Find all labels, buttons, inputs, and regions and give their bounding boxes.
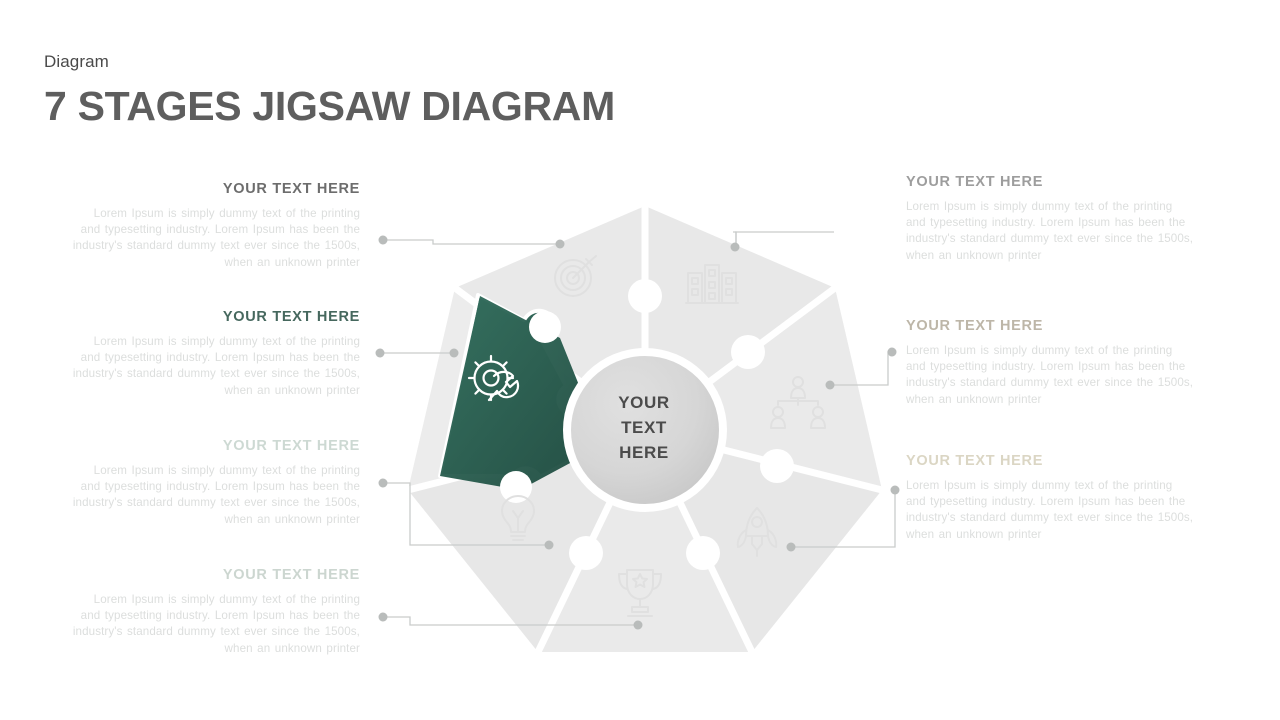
connector-left-1 xyxy=(384,239,560,245)
text-block-body: Lorem Ipsum is simply dummy text of the … xyxy=(72,207,360,269)
text-block-title: YOUR TEXT HERE xyxy=(222,438,360,454)
center-line-2: TEXT xyxy=(621,418,667,437)
center-line-3: HERE xyxy=(619,443,669,462)
text-block-title: YOUR TEXT HERE xyxy=(222,567,360,583)
text-block-left-1[interactable]: YOUR TEXT HERE Lorem Ipsum is simply dum… xyxy=(70,180,360,271)
text-block-body: Lorem Ipsum is simply dummy text of the … xyxy=(906,200,1194,262)
text-block-title: YOUR TEXT HERE xyxy=(906,318,1044,334)
text-block-body: Lorem Ipsum is simply dummy text of the … xyxy=(906,479,1194,541)
text-block-body: Lorem Ipsum is simply dummy text of the … xyxy=(72,464,360,526)
center-label: YOUR TEXT HERE xyxy=(584,390,704,465)
text-block-body: Lorem Ipsum is simply dummy text of the … xyxy=(906,344,1194,406)
text-block-title: YOUR TEXT HERE xyxy=(222,181,360,197)
text-block-body: Lorem Ipsum is simply dummy text of the … xyxy=(72,593,360,655)
text-block-right-2[interactable]: YOUR TEXT HERE Lorem Ipsum is simply dum… xyxy=(906,317,1196,408)
text-block-title: YOUR TEXT HERE xyxy=(222,309,360,325)
text-block-body: Lorem Ipsum is simply dummy text of the … xyxy=(72,335,360,397)
text-block-title: YOUR TEXT HERE xyxy=(906,174,1044,190)
text-block-right-1[interactable]: YOUR TEXT HERE Lorem Ipsum is simply dum… xyxy=(906,173,1196,264)
text-block-left-3[interactable]: YOUR TEXT HERE Lorem Ipsum is simply dum… xyxy=(70,437,360,528)
text-block-left-2[interactable]: YOUR TEXT HERE Lorem Ipsum is simply dum… xyxy=(70,308,360,399)
center-line-1: YOUR xyxy=(618,393,670,412)
text-block-left-4[interactable]: YOUR TEXT HERE Lorem Ipsum is simply dum… xyxy=(70,566,360,657)
text-block-title: YOUR TEXT HERE xyxy=(906,453,1044,469)
text-block-right-3[interactable]: YOUR TEXT HERE Lorem Ipsum is simply dum… xyxy=(906,452,1196,543)
